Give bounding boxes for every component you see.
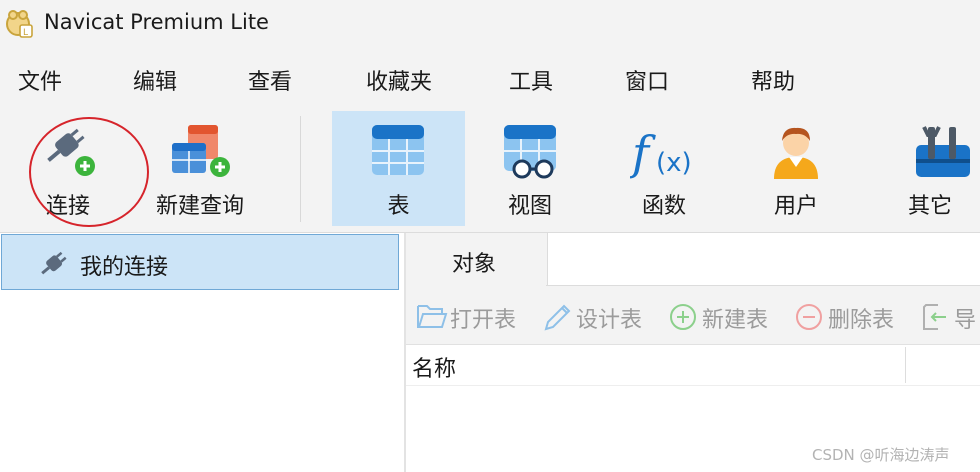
user-button[interactable]: 用户 [734,111,858,226]
new-table-button[interactable]: 新建表 [668,300,783,333]
navicat-logo-icon: L [6,10,33,38]
connect-label: 连接 [45,194,90,219]
menu-view[interactable]: 查看 [248,64,292,96]
design-table-button[interactable]: 设计表 [542,300,657,333]
user-icon [774,127,818,179]
minus-circle-icon [796,304,822,330]
function-button[interactable]: f (x) 函数 [600,111,728,226]
svg-text:L: L [23,28,28,38]
folder-open-icon [417,305,448,328]
table-label: 表 [387,194,410,219]
table-icon [372,125,424,175]
pencil-icon [544,304,571,331]
connection-label: 我的连接 [80,255,169,280]
function-label: 函数 [641,194,686,219]
view-label: 视图 [507,194,552,219]
view-icon [504,125,556,179]
watermark: CSDN @听海边涛声 [812,446,950,464]
view-button[interactable]: 视图 [468,111,592,226]
column-header-row: 名称 [406,345,980,386]
menu-favorites[interactable]: 收藏夹 [366,64,432,96]
plug-add-icon [47,128,95,176]
object-toolbar: 打开表 设计表 新建表 删除表 导 [406,286,980,345]
open-table-button[interactable]: 打开表 [416,300,531,333]
menu-bar: 文件 编辑 查看 收藏夹 工具 窗口 帮助 [0,46,980,110]
open-table-label: 打开表 [450,308,517,333]
column-divider[interactable] [905,347,906,383]
other-label: 其它 [907,194,952,219]
import-icon [923,304,946,330]
menu-tools[interactable]: 工具 [509,64,553,96]
toolbar-separator [300,116,301,222]
svg-text:(x): (x) [656,148,692,178]
import-button[interactable]: 导 [920,300,980,333]
column-header-name[interactable]: 名称 [412,351,456,383]
connect-button[interactable]: 连接 [20,111,116,226]
table-button[interactable]: 表 [332,111,465,226]
tab-strip: 对象 [406,233,980,286]
new-table-label: 新建表 [702,308,769,333]
user-label: 用户 [773,194,818,219]
import-label: 导 [954,308,977,333]
window-title: Navicat Premium Lite [44,10,269,34]
tab-objects[interactable]: 对象 [406,233,546,286]
function-icon: f (x) [630,126,692,180]
connection-item-my-connection[interactable]: 我的连接 [1,234,399,290]
new-query-icon [172,125,230,177]
toolbox-icon [916,126,970,177]
menu-file[interactable]: 文件 [18,64,62,96]
new-query-button[interactable]: 新建查询 [148,111,252,226]
design-table-label: 设计表 [576,308,643,333]
delete-table-button[interactable]: 删除表 [794,300,909,333]
svg-text:f: f [630,126,656,180]
connections-pane: 我的连接 [0,233,406,472]
delete-table-label: 删除表 [828,308,895,333]
menu-window[interactable]: 窗口 [625,64,669,96]
menu-help[interactable]: 帮助 [751,64,795,96]
other-button[interactable]: 其它 [880,111,980,226]
tab-objects-label: 对象 [452,252,497,277]
plus-circle-icon [670,304,696,330]
title-bar: L Navicat Premium Lite [0,0,980,46]
menu-edit[interactable]: 编辑 [133,64,177,96]
tab-area-empty [547,233,980,285]
objects-pane: 对象 打开表 设计表 新建表 删除表 导 名称 [406,233,980,472]
plug-icon [41,251,67,275]
main-toolbar: 连接 新建查询 表 视图 f (x) 函数 用户 其它 [0,110,980,233]
new-query-label: 新建查询 [155,194,244,219]
